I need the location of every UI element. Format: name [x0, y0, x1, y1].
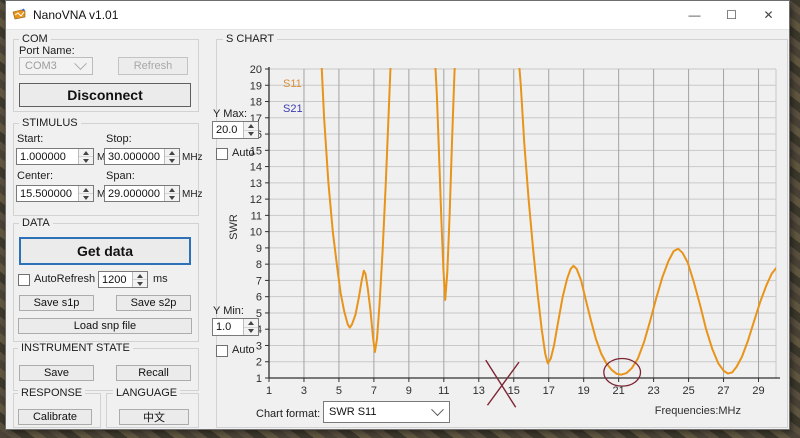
- schart-group: [216, 39, 788, 428]
- stop-frequency-value[interactable]: [105, 149, 164, 164]
- calibrate-button[interactable]: Calibrate: [18, 409, 92, 425]
- ymin-auto-checkbox[interactable]: [216, 345, 228, 357]
- stop-unit-label: MHz: [182, 152, 203, 163]
- autorefresh-interval-input[interactable]: [98, 271, 148, 288]
- chevron-down-icon: [74, 57, 87, 70]
- refresh-button[interactable]: Refresh: [118, 57, 188, 75]
- caption-buttons: — ☐ ✕: [676, 1, 787, 29]
- span-unit-label: MHz: [182, 189, 203, 200]
- port-name-combo[interactable]: COM3: [19, 57, 93, 75]
- titlebar[interactable]: NanoVNA v1.01 — ☐ ✕: [6, 1, 789, 30]
- chart-format-combo[interactable]: SWR S11: [323, 401, 450, 423]
- stimulus-group-caption: STIMULUS: [19, 117, 81, 129]
- ymin-auto-label: Auto: [232, 344, 255, 356]
- spin-down-icon[interactable]: [133, 280, 147, 287]
- data-group-caption: DATA: [19, 217, 53, 229]
- ymin-input[interactable]: [212, 318, 259, 336]
- ymax-value[interactable]: [213, 122, 243, 138]
- center-label: Center:: [17, 170, 53, 182]
- nanovna-window: NanoVNA v1.01 — ☐ ✕ 12345678910111213141…: [5, 0, 790, 430]
- schart-group-caption: S CHART: [223, 33, 277, 45]
- save-s2p-button[interactable]: Save s2p: [116, 295, 191, 311]
- spin-up-icon[interactable]: [244, 319, 258, 328]
- spin-down-icon[interactable]: [244, 131, 258, 139]
- stop-label: Stop:: [106, 133, 132, 145]
- center-frequency-input[interactable]: [16, 185, 94, 202]
- span-spinner-buttons[interactable]: [164, 186, 179, 201]
- autorefresh-interval-value[interactable]: [99, 272, 132, 287]
- disconnect-button[interactable]: Disconnect: [19, 83, 191, 107]
- language-chinese-button[interactable]: 中文: [119, 409, 189, 425]
- span-label: Span:: [106, 170, 135, 182]
- start-frequency-input[interactable]: [16, 148, 94, 165]
- autorefresh-label: AutoRefresh: [34, 273, 95, 285]
- response-group-caption: RESPONSE: [18, 387, 85, 399]
- center-spinner-buttons[interactable]: [78, 186, 93, 201]
- ymax-auto-label: Auto: [232, 147, 255, 159]
- get-data-button[interactable]: Get data: [19, 237, 191, 265]
- autorefresh-checkbox[interactable]: [18, 274, 30, 286]
- state-recall-button[interactable]: Recall: [116, 365, 191, 381]
- start-label: Start:: [17, 133, 43, 145]
- language-group-caption: LANGUAGE: [113, 387, 180, 399]
- ymin-value[interactable]: [213, 319, 243, 335]
- chart-format-value: SWR S11: [324, 406, 433, 418]
- start-frequency-value[interactable]: [17, 149, 78, 164]
- port-name-value: COM3: [20, 60, 76, 72]
- close-button[interactable]: ✕: [750, 1, 787, 29]
- ymax-input[interactable]: [212, 121, 259, 139]
- spin-up-icon[interactable]: [133, 272, 147, 280]
- spin-up-icon[interactable]: [165, 149, 179, 157]
- interval-spinner-buttons[interactable]: [132, 272, 147, 287]
- chevron-down-icon: [431, 403, 444, 416]
- window-title: NanoVNA v1.01: [33, 8, 118, 22]
- chart-format-label: Chart format:: [256, 408, 320, 420]
- spin-down-icon[interactable]: [79, 157, 93, 164]
- minimize-button[interactable]: —: [676, 1, 713, 29]
- ymin-spinner-buttons[interactable]: [243, 319, 258, 335]
- load-snp-file-button[interactable]: Load snp file: [18, 318, 192, 334]
- span-frequency-input[interactable]: [104, 185, 180, 202]
- save-s1p-button[interactable]: Save s1p: [19, 295, 94, 311]
- desktop-background: NanoVNA v1.01 — ☐ ✕ 12345678910111213141…: [0, 0, 800, 438]
- spin-up-icon[interactable]: [79, 186, 93, 194]
- stop-spinner-buttons[interactable]: [164, 149, 179, 164]
- span-frequency-value[interactable]: [105, 186, 164, 201]
- ymin-label: Y Min:: [213, 305, 244, 317]
- ymax-auto-checkbox[interactable]: [216, 148, 228, 160]
- com-group-caption: COM: [19, 33, 51, 45]
- spin-up-icon[interactable]: [165, 186, 179, 194]
- spin-down-icon[interactable]: [165, 157, 179, 164]
- spin-down-icon[interactable]: [244, 328, 258, 336]
- instrument-state-caption: INSTRUMENT STATE: [18, 342, 133, 354]
- spin-up-icon[interactable]: [79, 149, 93, 157]
- ymax-label: Y Max:: [213, 108, 247, 120]
- stop-frequency-input[interactable]: [104, 148, 180, 165]
- port-name-label: Port Name:: [19, 45, 75, 57]
- maximize-button[interactable]: ☐: [713, 1, 750, 29]
- ymax-spinner-buttons[interactable]: [243, 122, 258, 138]
- interval-unit-label: ms: [153, 273, 168, 285]
- spin-down-icon[interactable]: [165, 194, 179, 201]
- app-icon: [12, 7, 28, 23]
- state-save-button[interactable]: Save: [19, 365, 94, 381]
- spin-up-icon[interactable]: [244, 122, 258, 131]
- start-spinner-buttons[interactable]: [78, 149, 93, 164]
- spin-down-icon[interactable]: [79, 194, 93, 201]
- center-frequency-value[interactable]: [17, 186, 78, 201]
